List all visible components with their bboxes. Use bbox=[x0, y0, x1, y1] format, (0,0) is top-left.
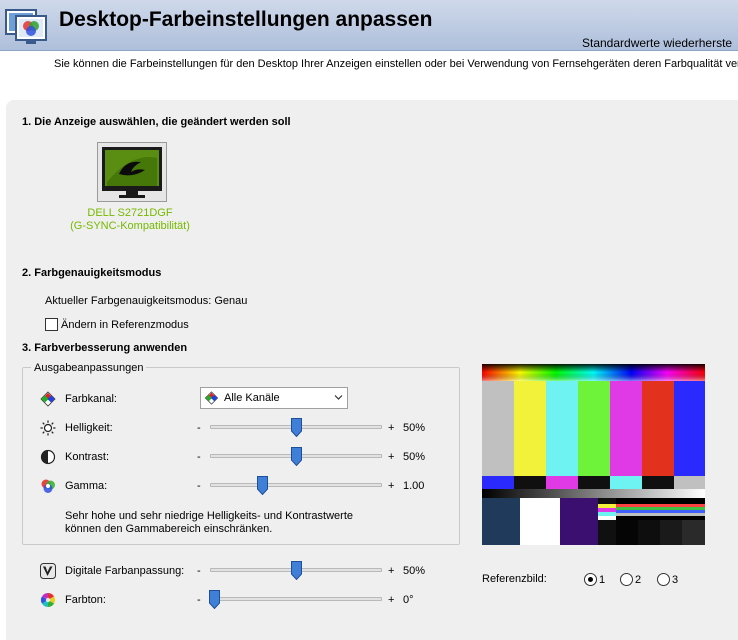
rgb-circles-icon bbox=[41, 479, 55, 493]
reference-image-label: Referenzbild: bbox=[482, 573, 547, 585]
current-accuracy-mode: Aktueller Farbgenauigkeitsmodus: Genau bbox=[45, 295, 248, 307]
half-circle-icon bbox=[40, 449, 56, 465]
gamma-note-line1: Sehr hohe und sehr niedrige Helligkeits-… bbox=[65, 510, 353, 522]
channel-select-value: Alle Kanäle bbox=[224, 392, 280, 404]
chevron-down-icon bbox=[334, 395, 343, 400]
gamma-note-line2: können den Gammabereich einschränken. bbox=[65, 523, 273, 535]
contrast-plus: + bbox=[388, 451, 395, 463]
display-subtitle: (G-SYNC-Kompatibilität) bbox=[70, 220, 190, 232]
gamma-slider-track[interactable] bbox=[210, 483, 382, 487]
hue-minus: - bbox=[197, 594, 201, 606]
digital-vibrance-value: 50% bbox=[403, 565, 426, 577]
brightness-minus: - bbox=[197, 422, 201, 434]
restore-defaults-link[interactable]: Standardwerte wiederherste bbox=[582, 36, 732, 50]
contrast-label: Kontrast: bbox=[65, 451, 110, 463]
contrast-minus: - bbox=[197, 451, 201, 463]
gamma-minus: - bbox=[197, 480, 201, 492]
brightness-value: 50% bbox=[403, 422, 426, 434]
reference-image-radio-2[interactable] bbox=[620, 573, 633, 586]
gamma-label: Gamma: bbox=[65, 480, 108, 492]
channel-select[interactable]: Alle Kanäle bbox=[200, 387, 348, 409]
gamma-slider-thumb[interactable] bbox=[256, 476, 268, 495]
color-wheel-icon bbox=[41, 593, 55, 607]
hue-slider-track[interactable] bbox=[210, 597, 382, 601]
brightness-label: Helligkeit: bbox=[65, 422, 113, 434]
section-select-display-title: 1. Die Anzeige auswählen, die geändert w… bbox=[22, 116, 291, 128]
digital-vibrance-slider-thumb[interactable] bbox=[291, 561, 302, 580]
rgb-diamond-icon bbox=[40, 391, 56, 407]
display-name: DELL S2721DGF bbox=[87, 207, 173, 219]
hue-value: 0° bbox=[403, 594, 414, 606]
rgb-diamond-icon bbox=[204, 391, 219, 405]
contrast-slider-thumb[interactable] bbox=[291, 447, 302, 466]
gamma-value: 1.00 bbox=[403, 480, 425, 492]
hue-slider-thumb[interactable] bbox=[209, 590, 220, 609]
nvidia-display-color-icon bbox=[5, 9, 47, 44]
output-adjustments-label: Ausgabeanpassungen bbox=[31, 362, 147, 374]
brightness-plus: + bbox=[388, 422, 395, 434]
reference-mode-label[interactable]: Ändern in Referenzmodus bbox=[61, 319, 189, 331]
reference-image-option-2[interactable]: 2 bbox=[635, 574, 641, 586]
reference-test-image bbox=[482, 364, 705, 545]
page-description: Sie können die Farbeinstellungen für den… bbox=[54, 58, 738, 70]
page-header: Desktop-Farbeinstellungen anpassen Stand… bbox=[0, 0, 738, 51]
hue-label: Farbton: bbox=[65, 594, 106, 606]
brightness-slider-thumb[interactable] bbox=[291, 418, 302, 437]
reference-image-radio-1[interactable] bbox=[584, 573, 597, 586]
digital-vibrance-plus: + bbox=[388, 565, 395, 577]
display-label[interactable]: DELL S2721DGF (G-SYNC-Kompatibilität) bbox=[62, 207, 198, 233]
display-monitor-icon[interactable] bbox=[97, 142, 167, 202]
gamma-plus: + bbox=[388, 480, 395, 492]
contrast-value: 50% bbox=[403, 451, 426, 463]
vibrance-v-icon bbox=[40, 563, 56, 579]
reference-image-option-1[interactable]: 1 bbox=[599, 574, 605, 586]
page-title: Desktop-Farbeinstellungen anpassen bbox=[59, 8, 433, 31]
reference-image-option-3[interactable]: 3 bbox=[672, 574, 678, 586]
digital-vibrance-label: Digitale Farbanpassung: bbox=[65, 565, 185, 577]
sun-icon bbox=[40, 420, 56, 436]
hue-plus: + bbox=[388, 594, 395, 606]
channel-label: Farbkanal: bbox=[65, 393, 117, 405]
section-color-enhancement-title: 3. Farbverbesserung anwenden bbox=[22, 342, 188, 354]
section-accuracy-mode-title: 2. Farbgenauigkeitsmodus bbox=[22, 267, 162, 279]
digital-vibrance-minus: - bbox=[197, 565, 201, 577]
reference-image-radio-3[interactable] bbox=[657, 573, 670, 586]
radio-selected-dot bbox=[588, 577, 593, 582]
reference-mode-checkbox[interactable] bbox=[45, 318, 58, 331]
